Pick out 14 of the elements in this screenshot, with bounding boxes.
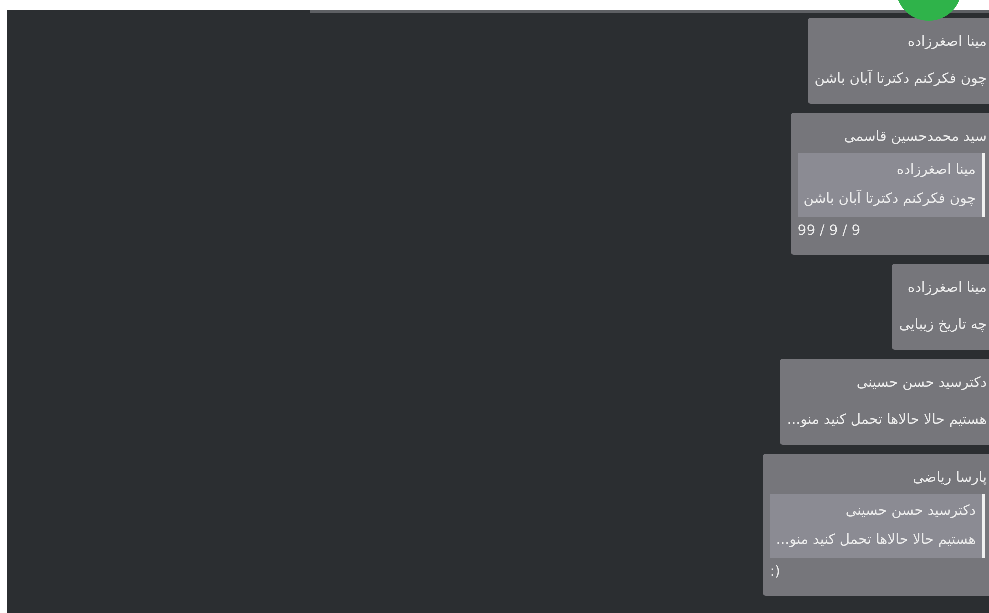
- quoted-text: چون فکرکنم دکترتا آبان باشن: [804, 189, 976, 209]
- quoted-sender: مینا اصغرزاده: [896, 161, 976, 180]
- sender-name: مینا اصغرزاده: [906, 33, 987, 52]
- message-text: هستیم حالا حالاها تحمل کنید منو...: [787, 411, 987, 430]
- sender-name: پارسا ریاضی: [912, 469, 987, 488]
- sender-name: مینا اصغرزاده: [906, 279, 987, 298]
- message-text: 99 / 9 / 9: [798, 222, 862, 241]
- message-text: چون فکرکنم دکترتا آبان باشن: [814, 69, 987, 89]
- sender-name: سید محمدحسین قاسمی: [843, 128, 987, 147]
- quoted-sender: دکترسید حسن حسینی: [844, 502, 976, 521]
- quoted-text: هستیم حالا حالاها تحمل کنید منو...: [776, 531, 976, 550]
- sender-name: دکترسید حسن حسینی: [856, 374, 987, 393]
- message-text: :): [770, 563, 782, 582]
- message-text: چه تاریخ زیبایی: [899, 316, 987, 335]
